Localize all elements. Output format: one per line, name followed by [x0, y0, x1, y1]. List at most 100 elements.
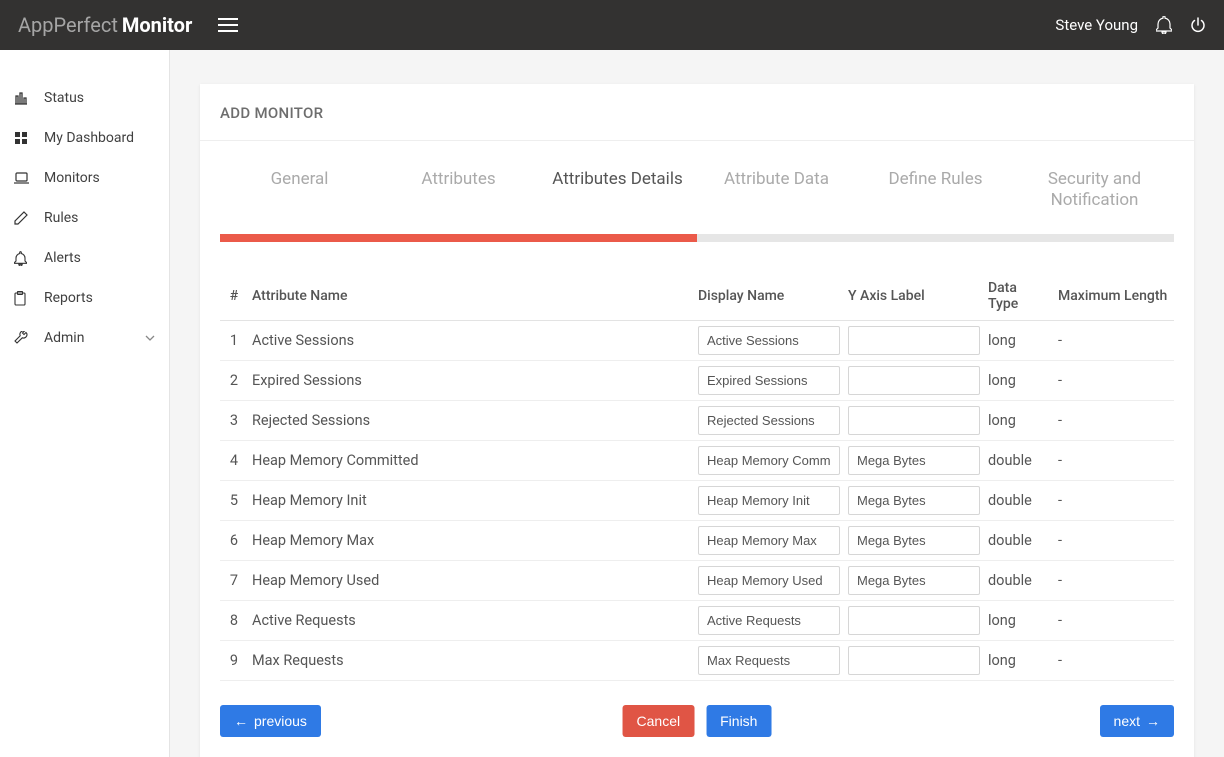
th-display-name: Display Name: [694, 272, 844, 321]
next-label: next: [1114, 713, 1140, 729]
cell-num: 5: [220, 480, 248, 520]
cell-attr-name: Heap Memory Max: [248, 520, 694, 560]
table-row: 9Max Requestslong-: [220, 640, 1174, 680]
tab-define-rules[interactable]: Define Rules: [856, 161, 1015, 234]
cell-max-len: -: [1054, 440, 1174, 480]
wrench-icon: [14, 331, 36, 345]
previous-button[interactable]: ← previous: [220, 705, 321, 737]
cell-data-type: double: [984, 440, 1054, 480]
sidebar-item-monitors[interactable]: Monitors: [0, 158, 169, 198]
user-area: Steve Young: [1055, 16, 1206, 34]
bar-chart-icon: [14, 91, 36, 105]
y-axis-input[interactable]: [848, 486, 980, 515]
cell-num: 3: [220, 400, 248, 440]
cell-data-type: long: [984, 640, 1054, 680]
cell-attr-name: Active Sessions: [248, 320, 694, 360]
cell-num: 7: [220, 560, 248, 600]
display-name-input[interactable]: [698, 486, 840, 515]
cell-num: 8: [220, 600, 248, 640]
display-name-input[interactable]: [698, 606, 840, 635]
table-row: 7Heap Memory Useddouble-: [220, 560, 1174, 600]
cell-attr-name: Heap Memory Committed: [248, 440, 694, 480]
y-axis-input[interactable]: [848, 526, 980, 555]
cancel-label: Cancel: [637, 713, 681, 729]
th-max-len: Maximum Length: [1054, 272, 1174, 321]
next-button[interactable]: next →: [1100, 705, 1174, 737]
cell-num: 9: [220, 640, 248, 680]
th-attr-name: Attribute Name: [248, 272, 694, 321]
display-name-input[interactable]: [698, 526, 840, 555]
sidebar-item-alerts[interactable]: Alerts: [0, 238, 169, 278]
table-row: 2Expired Sessionslong-: [220, 360, 1174, 400]
y-axis-input[interactable]: [848, 446, 980, 475]
finish-button[interactable]: Finish: [706, 705, 771, 737]
sidebar-item-label: Alerts: [44, 250, 155, 266]
add-monitor-card: ADD MONITOR GeneralAttributesAttributes …: [200, 84, 1194, 757]
arrow-right-icon: →: [1146, 713, 1160, 729]
cell-attr-name: Expired Sessions: [248, 360, 694, 400]
cell-max-len: -: [1054, 400, 1174, 440]
cell-attr-name: Max Requests: [248, 640, 694, 680]
sidebar-item-my-dashboard[interactable]: My Dashboard: [0, 118, 169, 158]
card-title: ADD MONITOR: [200, 84, 1194, 141]
hamburger-icon[interactable]: [218, 18, 238, 32]
display-name-input[interactable]: [698, 326, 840, 355]
power-icon[interactable]: [1190, 17, 1206, 33]
cell-data-type: double: [984, 480, 1054, 520]
th-y-axis: Y Axis Label: [844, 272, 984, 321]
previous-label: previous: [254, 713, 307, 729]
laptop-icon: [14, 172, 36, 184]
sidebar-item-label: My Dashboard: [44, 130, 155, 146]
bell-icon[interactable]: [1156, 16, 1172, 34]
user-name[interactable]: Steve Young: [1055, 16, 1138, 34]
cell-data-type: long: [984, 360, 1054, 400]
th-data-type: Data Type: [984, 272, 1054, 321]
y-axis-input[interactable]: [848, 406, 980, 435]
tab-attributes-details[interactable]: Attributes Details: [538, 161, 697, 234]
sidebar-item-admin[interactable]: Admin: [0, 318, 169, 358]
tab-attributes[interactable]: Attributes: [379, 161, 538, 234]
cell-data-type: long: [984, 320, 1054, 360]
sidebar-item-status[interactable]: Status: [0, 78, 169, 118]
table-row: 1Active Sessionslong-: [220, 320, 1174, 360]
pencil-icon: [14, 211, 36, 225]
clipboard-icon: [14, 291, 36, 306]
y-axis-input[interactable]: [848, 366, 980, 395]
progress-bar: [220, 234, 1174, 242]
app-header: AppPerfect Monitor Steve Young: [0, 0, 1224, 50]
table-row: 6Heap Memory Maxdouble-: [220, 520, 1174, 560]
sidebar-item-rules[interactable]: Rules: [0, 198, 169, 238]
sidebar-item-label: Status: [44, 90, 155, 106]
sidebar-item-reports[interactable]: Reports: [0, 278, 169, 318]
display-name-input[interactable]: [698, 446, 840, 475]
display-name-input[interactable]: [698, 366, 840, 395]
cell-attr-name: Heap Memory Init: [248, 480, 694, 520]
cell-num: 2: [220, 360, 248, 400]
cell-data-type: long: [984, 400, 1054, 440]
main-content: ADD MONITOR GeneralAttributesAttributes …: [170, 50, 1224, 757]
cell-attr-name: Rejected Sessions: [248, 400, 694, 440]
grid-icon: [14, 131, 36, 145]
sidebar: Status My Dashboard MonitorsRules Alerts Rep…: [0, 50, 170, 757]
table-row: 8Active Requestslong-: [220, 600, 1174, 640]
cell-max-len: -: [1054, 600, 1174, 640]
cell-attr-name: Heap Memory Used: [248, 560, 694, 600]
tab-security-and-notification[interactable]: Security and Notification: [1015, 161, 1174, 234]
brand: AppPerfect Monitor: [18, 13, 192, 37]
cell-max-len: -: [1054, 520, 1174, 560]
y-axis-input[interactable]: [848, 646, 980, 675]
cancel-button[interactable]: Cancel: [623, 705, 695, 737]
tab-attribute-data[interactable]: Attribute Data: [697, 161, 856, 234]
sidebar-item-label: Reports: [44, 290, 155, 306]
display-name-input[interactable]: [698, 646, 840, 675]
y-axis-input[interactable]: [848, 326, 980, 355]
tab-general[interactable]: General: [220, 161, 379, 234]
display-name-input[interactable]: [698, 406, 840, 435]
wizard-tabs: GeneralAttributesAttributes DetailsAttri…: [200, 141, 1194, 234]
bell-icon: [14, 251, 36, 266]
y-axis-input[interactable]: [848, 606, 980, 635]
y-axis-input[interactable]: [848, 566, 980, 595]
cell-max-len: -: [1054, 480, 1174, 520]
cell-num: 4: [220, 440, 248, 480]
display-name-input[interactable]: [698, 566, 840, 595]
